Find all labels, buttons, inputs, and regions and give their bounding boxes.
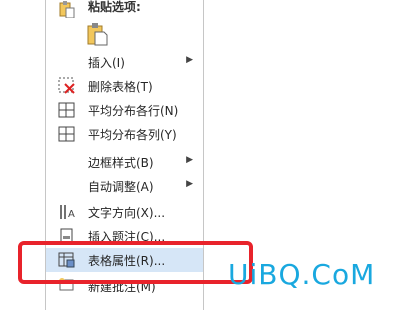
- menu-item-text-direction[interactable]: A 文字方向(X)...: [46, 200, 203, 224]
- text-direction-icon: A: [60, 205, 75, 220]
- menu-item-label: 平均分布各列(Y): [88, 128, 177, 142]
- paste-options-header: 粘贴选项:: [46, 0, 203, 22]
- menu-item-distribute-columns[interactable]: 平均分布各列(Y): [46, 122, 203, 146]
- menu-item-label: 文字方向(X)...: [88, 206, 166, 220]
- watermark-text: UiBQ.CoM: [228, 258, 376, 291]
- distribute-columns-icon: [58, 126, 75, 142]
- paste-icon: [59, 1, 75, 18]
- menu-item-label: 插入(I): [88, 56, 125, 70]
- menu-item-label: 平均分布各行(N): [88, 104, 179, 118]
- menu-item-insert[interactable]: 插入(I) ▶: [46, 50, 203, 74]
- paste-options-label: 粘贴选项:: [88, 0, 141, 14]
- menu-item-label: 边框样式(B): [88, 156, 154, 170]
- clipboard-paste-icon: [87, 23, 108, 46]
- menu-item-distribute-rows[interactable]: 平均分布各行(N): [46, 98, 203, 122]
- submenu-arrow-icon: ▶: [186, 179, 193, 189]
- menu-item-label: 自动调整(A): [88, 180, 154, 194]
- menu-item-delete-table[interactable]: 删除表格(T): [46, 74, 203, 98]
- submenu-arrow-icon: ▶: [186, 155, 193, 165]
- distribute-rows-icon: [58, 102, 75, 118]
- annotation-highlight-box: [18, 241, 253, 284]
- menu-item-autofit[interactable]: 自动调整(A) ▶: [46, 174, 203, 198]
- menu-item-label: 删除表格(T): [88, 80, 153, 94]
- paste-keep-format-button[interactable]: [46, 20, 203, 48]
- delete-table-icon: [58, 77, 75, 94]
- submenu-arrow-icon: ▶: [186, 55, 193, 65]
- svg-text:A: A: [68, 209, 75, 220]
- menu-item-border-styles[interactable]: 边框样式(B) ▶: [46, 150, 203, 174]
